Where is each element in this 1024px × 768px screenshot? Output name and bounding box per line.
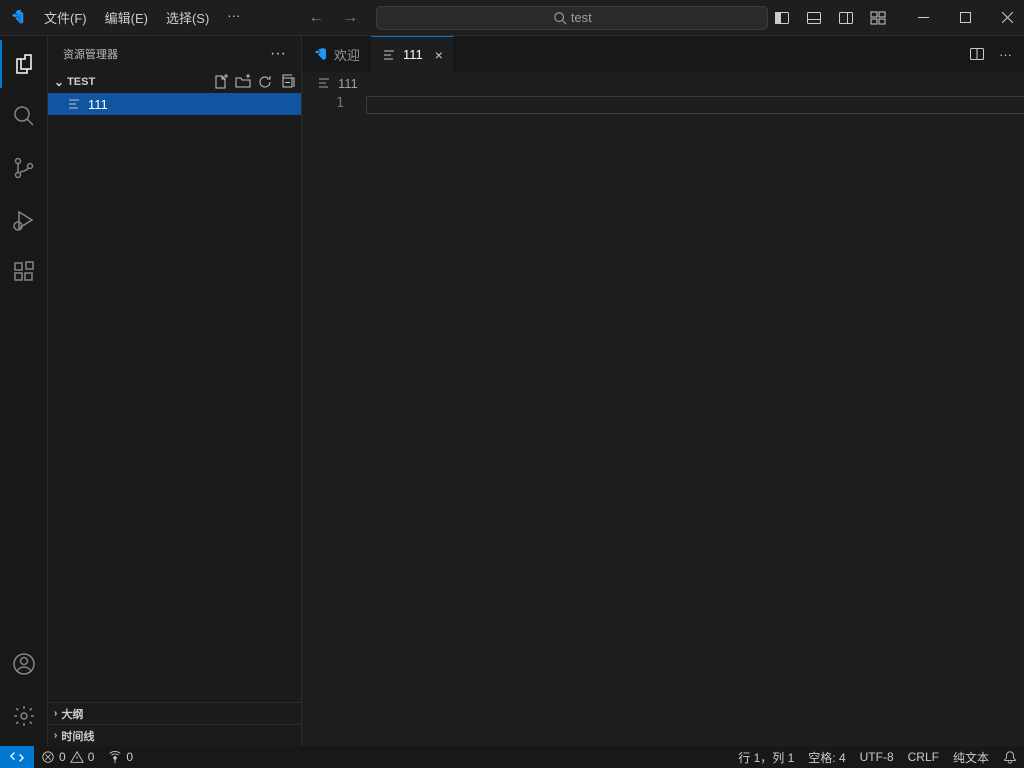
folder-actions [213, 74, 297, 90]
folder-name: TEST [67, 76, 95, 88]
toggle-panel-icon[interactable] [806, 10, 822, 26]
activity-settings[interactable] [0, 692, 48, 740]
remote-indicator[interactable] [0, 746, 34, 768]
editor-area: 欢迎 111 × ··· 111 1 [302, 36, 1024, 746]
split-editor-icon[interactable] [969, 46, 985, 62]
search-icon [553, 11, 567, 25]
file-name: 111 [88, 97, 108, 112]
vscode-tab-icon [312, 46, 328, 62]
file-text-icon [381, 47, 397, 63]
breadcrumb[interactable]: 111 [302, 72, 1024, 94]
menu-file[interactable]: 文件(F) [36, 4, 95, 31]
nav-back-icon[interactable]: ← [308, 9, 324, 27]
tab-label: 111 [403, 47, 423, 62]
status-encoding[interactable]: UTF-8 [853, 746, 901, 768]
activity-explorer[interactable] [0, 40, 48, 88]
status-ports[interactable]: 0 [101, 746, 140, 768]
chevron-right-icon: › [54, 730, 57, 741]
refresh-icon[interactable] [257, 74, 273, 90]
status-eol[interactable]: CRLF [901, 746, 946, 768]
search-text: test [571, 10, 592, 25]
section-label: 大纲 [61, 706, 83, 722]
error-count: 0 [59, 750, 66, 764]
new-file-icon[interactable] [213, 74, 229, 90]
tabs-more-icon[interactable]: ··· [999, 47, 1012, 62]
sidebar-more-icon[interactable]: ··· [270, 45, 286, 63]
window-maximize-icon[interactable] [948, 0, 982, 36]
remote-icon [10, 750, 24, 764]
section-outline[interactable]: › 大纲 [48, 702, 301, 724]
section-timeline[interactable]: › 时间线 [48, 724, 301, 746]
editor-content[interactable] [366, 94, 1024, 746]
menu-selection[interactable]: 选择(S) [158, 4, 217, 31]
activity-accounts[interactable] [0, 640, 48, 688]
chevron-right-icon: › [54, 708, 57, 719]
file-text-icon [316, 75, 332, 91]
titlebar: 文件(F) 编辑(E) 选择(S) ··· ← → test [0, 0, 1024, 36]
menu-bar: 文件(F) 编辑(E) 选择(S) ··· [36, 4, 248, 31]
status-problems[interactable]: 0 0 [34, 746, 101, 768]
customize-layout-icon[interactable] [870, 10, 886, 26]
file-text-icon [66, 96, 82, 112]
editor-body: 1 [302, 94, 1024, 746]
tab-label: 欢迎 [334, 45, 360, 64]
error-icon [41, 750, 55, 764]
editor-tabs: 欢迎 111 × ··· [302, 36, 1024, 72]
tabs-actions: ··· [969, 36, 1024, 72]
file-row-selected[interactable]: 111 [48, 93, 301, 115]
active-line [366, 96, 1024, 114]
sidebar-header: 资源管理器 ··· [48, 36, 301, 71]
window-controls [898, 0, 1024, 36]
activity-extensions[interactable] [0, 248, 48, 296]
ports-count: 0 [126, 750, 133, 764]
activity-bar [0, 36, 48, 746]
status-indent[interactable]: 空格: 4 [801, 746, 852, 768]
line-gutter: 1 [302, 94, 366, 746]
broadcast-icon [108, 750, 122, 764]
bell-icon [1003, 750, 1017, 764]
chevron-down-icon: ⌄ [54, 75, 64, 89]
vscode-logo-icon [10, 10, 26, 26]
warning-icon [70, 750, 84, 764]
status-language[interactable]: 纯文本 [946, 746, 996, 768]
window-close-icon[interactable] [990, 0, 1024, 36]
status-bar: 0 0 0 行 1，列 1 空格: 4 UTF-8 CRLF 纯文本 [0, 746, 1024, 768]
nav-forward-icon[interactable]: → [342, 9, 358, 27]
new-folder-icon[interactable] [235, 74, 251, 90]
folder-header[interactable]: ⌄ TEST [48, 71, 301, 93]
toggle-secondary-sidebar-icon[interactable] [838, 10, 854, 26]
collapse-all-icon[interactable] [279, 74, 295, 90]
command-center-search[interactable]: test [376, 6, 768, 30]
activity-debug[interactable] [0, 196, 48, 244]
window-minimize-icon[interactable] [906, 0, 940, 36]
tab-file-active[interactable]: 111 × [371, 36, 454, 72]
nav-history: ← → [308, 9, 358, 27]
section-label: 时间线 [61, 728, 94, 744]
menu-overflow[interactable]: ··· [219, 4, 248, 31]
tab-close-icon[interactable]: × [435, 47, 443, 63]
menu-edit[interactable]: 编辑(E) [97, 4, 156, 31]
line-number: 1 [302, 96, 344, 111]
explorer-sidebar: 资源管理器 ··· ⌄ TEST 111 › 大纲 › 时间线 [48, 36, 302, 746]
activity-search[interactable] [0, 92, 48, 140]
main-workbench: 资源管理器 ··· ⌄ TEST 111 › 大纲 › 时间线 欢迎 [0, 36, 1024, 746]
sidebar-title: 资源管理器 [63, 46, 118, 62]
status-cursor[interactable]: 行 1，列 1 [731, 746, 801, 768]
status-right: 行 1，列 1 空格: 4 UTF-8 CRLF 纯文本 [731, 746, 1024, 768]
status-notifications[interactable] [996, 746, 1024, 768]
toggle-primary-sidebar-icon[interactable] [774, 10, 790, 26]
warning-count: 0 [88, 750, 95, 764]
tab-welcome[interactable]: 欢迎 [302, 36, 371, 72]
breadcrumb-file: 111 [338, 76, 358, 91]
sidebar-collapsed-sections: › 大纲 › 时间线 [48, 702, 301, 746]
layout-controls [774, 10, 898, 26]
activity-source-control[interactable] [0, 144, 48, 192]
